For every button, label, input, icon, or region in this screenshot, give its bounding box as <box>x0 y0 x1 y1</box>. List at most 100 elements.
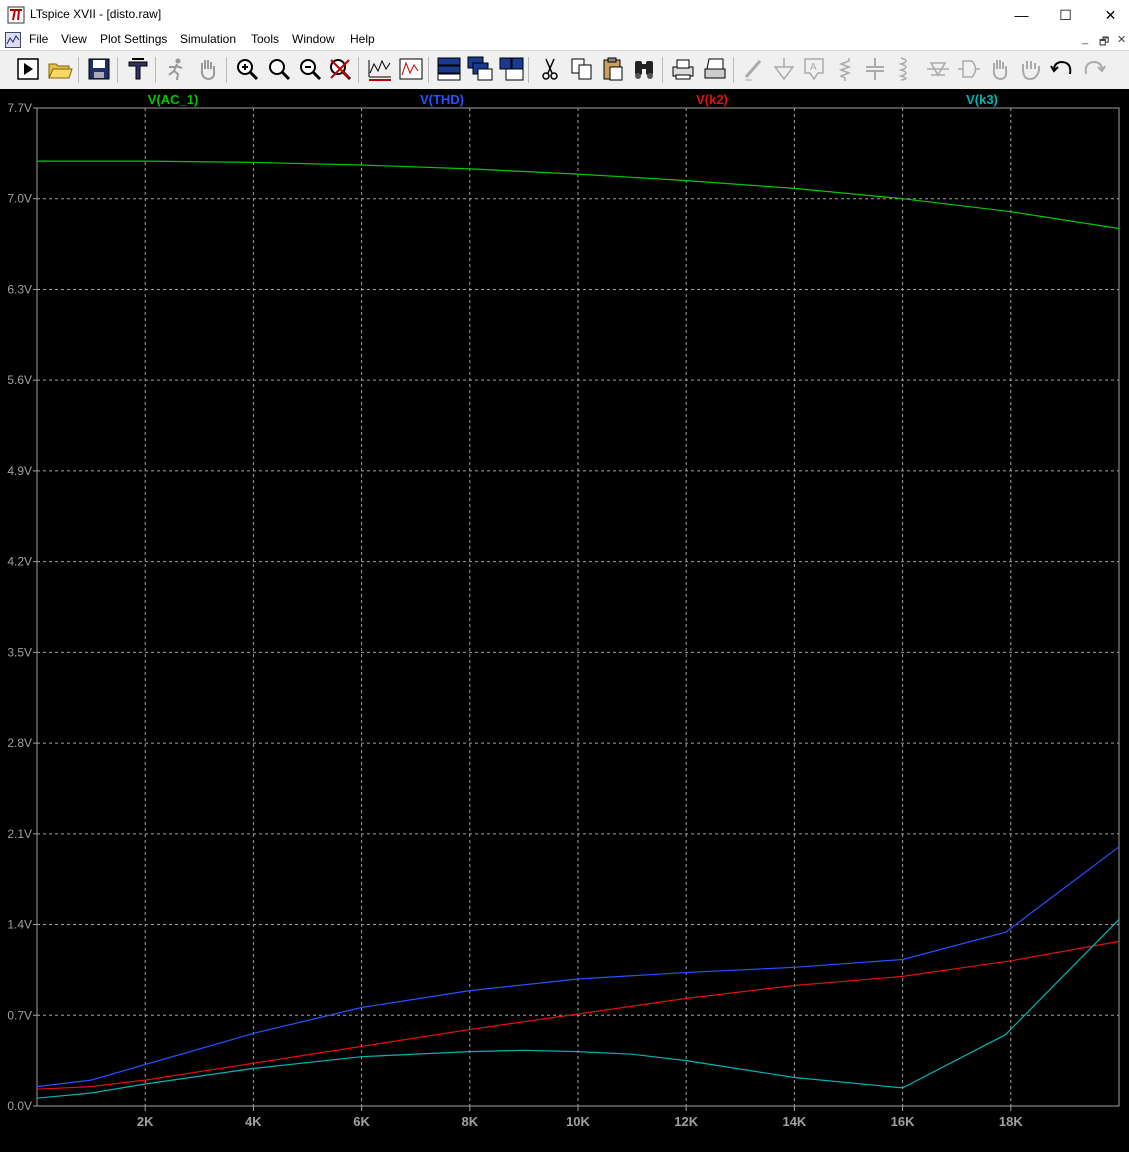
copy-button[interactable] <box>568 55 596 83</box>
ground-icon <box>773 58 795 81</box>
open-button[interactable] <box>46 55 74 83</box>
zoom-out-icon <box>300 59 322 81</box>
wire-button[interactable] <box>740 55 768 83</box>
control-panel-button[interactable] <box>124 55 152 83</box>
menu-view[interactable]: View <box>61 32 87 46</box>
print-preview-icon <box>672 59 694 80</box>
menu-help[interactable]: Help <box>350 32 375 46</box>
mdi-minimize-button[interactable]: _ <box>1082 33 1088 45</box>
tile-vertical-icon <box>499 57 524 81</box>
menu-bar: File View Plot Settings Simulation Tools… <box>0 30 1129 50</box>
title-bar: LTspice XVII - [disto.raw] — ☐ ✕ <box>0 0 1129 30</box>
zoom-full-button[interactable] <box>265 55 293 83</box>
undo-button[interactable] <box>1048 55 1076 83</box>
pan-button[interactable] <box>194 55 222 83</box>
fft-button[interactable] <box>397 55 425 83</box>
tile-horizontal-button[interactable] <box>435 55 463 83</box>
cascade-icon <box>467 56 493 81</box>
y-tick-label: 4.2V <box>7 555 32 569</box>
capacitor-icon <box>866 58 884 80</box>
fft-icon <box>399 58 423 80</box>
waveform-plot-pane[interactable]: 2K 4K 6K 8K 10K 12K 14K 16K 18K 0.0V 0.7V 1.4V 2.1V 2… <box>0 89 1129 1152</box>
component-button[interactable] <box>955 55 983 83</box>
halt-button[interactable] <box>162 55 190 83</box>
window-title: LTspice XVII - [disto.raw] <box>30 7 162 21</box>
toolbar-separator <box>358 57 359 83</box>
mdi-close-button[interactable]: ✕ <box>1117 33 1126 46</box>
find-button[interactable] <box>630 55 658 83</box>
y-tick-label: 2.1V <box>7 827 32 841</box>
print-icon <box>704 58 726 79</box>
menu-file[interactable]: File <box>29 32 48 46</box>
y-tick-label: 7.7V <box>7 101 32 115</box>
waveform-doc-icon[interactable] <box>5 32 21 48</box>
zoom-in-button[interactable] <box>233 55 261 83</box>
trace-label[interactable]: V(THD) <box>420 92 464 107</box>
run-button[interactable] <box>14 55 42 83</box>
undo-icon <box>1050 60 1072 75</box>
save-button[interactable] <box>85 55 113 83</box>
x-tick-label: 10K <box>566 1114 590 1129</box>
tile-vertical-button[interactable] <box>498 55 526 83</box>
cut-button[interactable] <box>536 55 564 83</box>
component-icon <box>958 60 980 78</box>
menu-window[interactable]: Window <box>292 32 335 46</box>
resistor-button[interactable] <box>831 55 859 83</box>
y-tick-label: 2.8V <box>7 736 32 750</box>
menu-plot-settings[interactable]: Plot Settings <box>100 32 167 46</box>
tile-horizontal-icon <box>437 57 461 81</box>
trace-label[interactable]: V(k3) <box>966 92 998 107</box>
y-tick-label: 1.4V <box>7 918 32 932</box>
inductor-icon <box>898 57 907 81</box>
x-tick-label: 2K <box>137 1114 154 1129</box>
wire-icon <box>744 60 762 81</box>
print-preview-button[interactable] <box>669 55 697 83</box>
toolbar-separator <box>117 57 118 83</box>
y-tick-label: 0.7V <box>7 1008 32 1022</box>
halt-icon <box>168 58 183 81</box>
drag-button[interactable] <box>1017 55 1045 83</box>
menu-tools[interactable]: Tools <box>251 32 279 46</box>
zoom-cancel-icon <box>330 59 352 81</box>
paste-button[interactable] <box>599 55 627 83</box>
zoom-cancel-button[interactable] <box>326 55 354 83</box>
autorange-icon <box>368 59 391 81</box>
move-button[interactable] <box>986 55 1014 83</box>
maximize-button[interactable]: ☐ <box>1043 0 1088 30</box>
close-button[interactable]: ✕ <box>1088 0 1129 30</box>
y-tick-label: 7.0V <box>7 192 32 206</box>
ground-button[interactable] <box>770 55 798 83</box>
trace-label[interactable]: V(k2) <box>696 92 728 107</box>
toolbar-separator <box>428 57 429 83</box>
x-tick-label: 6K <box>353 1114 370 1129</box>
drag-icon <box>1022 61 1040 81</box>
toolbar-separator <box>155 57 156 83</box>
y-tick-label: 3.5V <box>7 645 32 659</box>
copy-icon <box>571 58 592 80</box>
y-tick-label: 5.6V <box>7 373 32 387</box>
trace-label[interactable]: V(AC_1) <box>148 92 199 107</box>
waveform-plot[interactable]: 2K 4K 6K 8K 10K 12K 14K 16K 18K 0.0V 0.7V 1.4V 2.1V 2… <box>0 89 1129 1152</box>
zoom-full-icon <box>269 59 291 81</box>
paste-icon <box>603 57 623 81</box>
x-tick-label: 14K <box>782 1114 806 1129</box>
y-tick-label: 6.3V <box>7 282 32 296</box>
zoom-in-icon <box>237 59 259 81</box>
toolbar-separator <box>528 57 529 83</box>
cascade-button[interactable] <box>466 55 494 83</box>
print-button[interactable] <box>701 55 729 83</box>
autorange-button[interactable] <box>366 55 394 83</box>
label-button[interactable]: A <box>800 55 828 83</box>
zoom-out-button[interactable] <box>296 55 324 83</box>
capacitor-button[interactable] <box>861 55 889 83</box>
x-tick-label: 4K <box>245 1114 262 1129</box>
diode-button[interactable] <box>924 55 952 83</box>
minimize-button[interactable]: — <box>999 0 1044 30</box>
diode-icon <box>927 62 949 77</box>
pan-icon <box>200 60 216 81</box>
save-icon <box>88 58 110 80</box>
menu-simulation[interactable]: Simulation <box>180 32 236 46</box>
y-tick-label: 0.0V <box>7 1099 32 1113</box>
inductor-button[interactable] <box>891 55 919 83</box>
redo-button[interactable] <box>1080 55 1108 83</box>
